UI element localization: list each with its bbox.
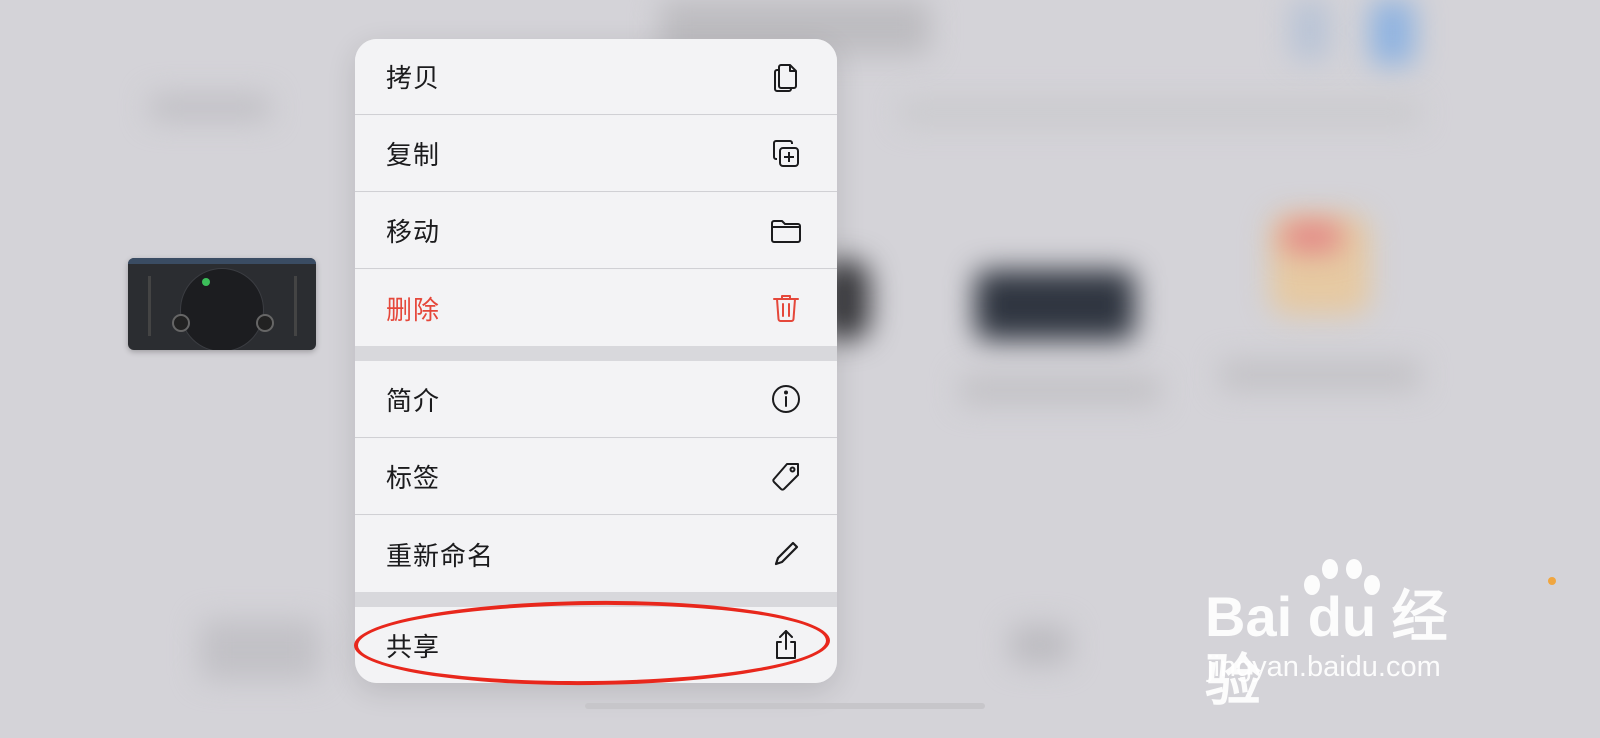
menu-item-tags[interactable]: 标签 [355,439,837,515]
menu-item-duplicate[interactable]: 复制 [355,116,837,192]
blurred-text [150,95,270,120]
menu-group-separator [355,592,837,607]
menu-item-label: 简介 [386,386,441,417]
menu-item-label: 复制 [386,141,441,171]
menu-item-label: 重新命名 [386,541,495,572]
home-indicator [585,703,985,709]
menu-item-label: 标签 [386,464,441,494]
folder-icon [769,214,803,248]
blurred-file-icon-detail [1282,222,1342,252]
menu-item-delete[interactable]: 删除 [355,270,837,346]
blurred-file-icon [1010,625,1070,665]
menu-item-move[interactable]: 移动 [355,193,837,269]
menu-item-copy[interactable]: 拷贝 [355,39,837,115]
blurred-search-bar [900,100,1420,125]
menu-item-share[interactable]: 共享 [355,607,837,683]
selected-file-thumbnail[interactable] [128,258,316,350]
baidu-jingyan-watermark: Bai du 经验 jingyan.baidu.com [1205,559,1495,712]
thumbnail-dial [180,268,264,350]
copy-icon [769,60,803,94]
menu-item-label: 共享 [386,632,441,663]
share-icon [769,628,803,662]
blurred-file-name [1220,360,1420,390]
orange-dot [1548,577,1556,585]
tag-icon [769,460,803,494]
watermark-url: jingyan.baidu.com [1207,651,1441,683]
blurred-file-icon [975,270,1135,340]
menu-item-label: 删除 [386,295,441,326]
menu-item-rename[interactable]: 重新命名 [355,516,837,592]
pencil-icon [769,537,803,571]
blurred-button [1290,0,1330,60]
watermark-brand: Bai du 经验 [1205,585,1448,712]
blurred-button [1370,0,1415,65]
trash-icon [769,291,803,325]
menu-item-label: 移动 [386,218,441,248]
duplicate-icon [769,137,803,171]
blurred-file-icon [200,620,320,680]
menu-item-info[interactable]: 简介 [355,361,837,438]
context-menu: 拷贝 复制 移动 删除 简介 标签 重新命名 共享 [355,39,837,683]
info-icon [769,382,803,416]
menu-group-separator [355,346,837,361]
menu-item-label: 拷贝 [386,64,441,94]
blurred-file-name [960,375,1160,405]
